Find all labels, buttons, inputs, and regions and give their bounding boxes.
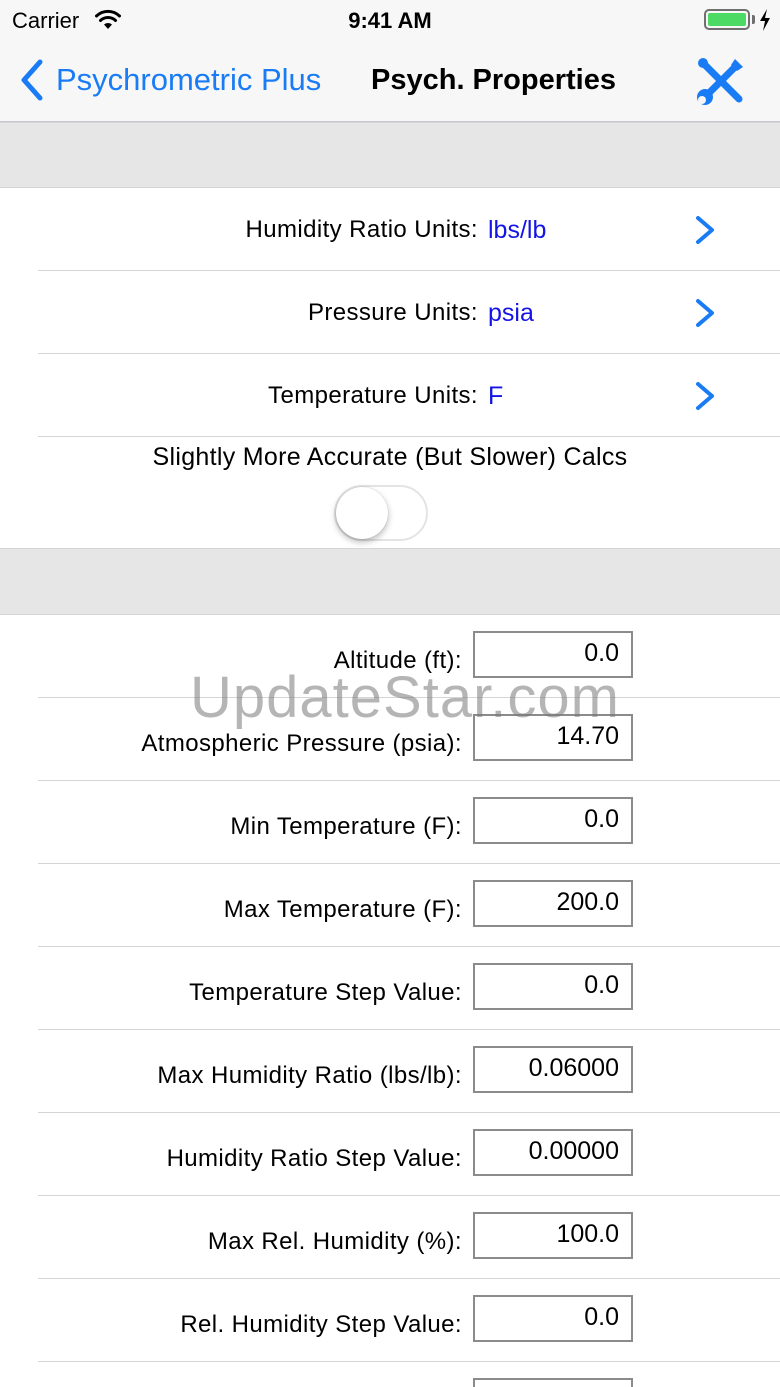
- max-temperature-row: Max Temperature (F):: [0, 864, 780, 947]
- section-separator: [0, 122, 780, 188]
- wrench-screwdriver-icon: [697, 58, 743, 105]
- row-divider: [38, 436, 780, 437]
- humidity-ratio-step-input[interactable]: [473, 1129, 633, 1176]
- altitude-row: Altitude (ft):: [0, 615, 780, 698]
- rel-humidity-step-row: Rel. Humidity Step Value:: [0, 1279, 780, 1362]
- battery-tip: [752, 15, 755, 24]
- atmospheric-pressure-row: Atmospheric Pressure (psia):: [0, 698, 780, 781]
- back-button-label: Psychrometric Plus: [56, 62, 322, 97]
- humidity-ratio-units-row[interactable]: Humidity Ratio Units: lbs/lb: [0, 188, 780, 271]
- field-label: Max Humidity Ratio (lbs/lb):: [157, 1062, 462, 1089]
- atmospheric-pressure-input[interactable]: [473, 714, 633, 761]
- field-label: Temperature Step Value:: [189, 979, 462, 1006]
- field-label: Max Temperature (F):: [223, 896, 462, 923]
- bolt-icon: [760, 9, 770, 31]
- unit-value: psia: [488, 299, 534, 327]
- partial-row: [0, 1362, 780, 1387]
- unit-label: Pressure Units:: [307, 299, 478, 326]
- toggle-knob: [336, 487, 388, 539]
- field-label: Altitude (ft):: [333, 647, 462, 674]
- field-label: Max Rel. Humidity (%):: [207, 1228, 462, 1255]
- max-rel-humidity-input[interactable]: [473, 1212, 633, 1259]
- humidity-ratio-step-row: Humidity Ratio Step Value:: [0, 1113, 780, 1196]
- back-button[interactable]: Psychrometric Plus: [20, 55, 321, 105]
- unit-value: F: [488, 382, 504, 410]
- temperature-step-input[interactable]: [473, 963, 633, 1010]
- field-label: Min Temperature (F):: [230, 813, 462, 840]
- battery-icon: [704, 9, 750, 30]
- rel-humidity-step-input[interactable]: [473, 1295, 633, 1342]
- unit-label: Humidity Ratio Units:: [245, 216, 478, 243]
- field-label: Humidity Ratio Step Value:: [166, 1145, 462, 1172]
- max-rel-humidity-row: Max Rel. Humidity (%):: [0, 1196, 780, 1279]
- clock: 9:41 AM: [348, 8, 432, 33]
- accuracy-toggle[interactable]: [334, 485, 428, 541]
- max-humidity-ratio-input[interactable]: [473, 1046, 633, 1093]
- min-temperature-input[interactable]: [473, 797, 633, 844]
- section-separator: [0, 548, 780, 615]
- altitude-input[interactable]: [473, 631, 633, 678]
- temperature-step-row: Temperature Step Value:: [0, 947, 780, 1030]
- chevron-right-icon: [696, 382, 714, 410]
- navigation-bar: Psychrometric Plus Psych. Properties: [0, 40, 780, 122]
- max-humidity-ratio-row: Max Humidity Ratio (lbs/lb):: [0, 1030, 780, 1113]
- accuracy-toggle-label: Slightly More Accurate (But Slower) Calc…: [152, 443, 628, 471]
- page-title: Psych. Properties: [371, 64, 616, 96]
- unit-label: Temperature Units:: [268, 382, 478, 409]
- min-temperature-row: Min Temperature (F):: [0, 781, 780, 864]
- partial-input[interactable]: [473, 1378, 633, 1387]
- field-label: Rel. Humidity Step Value:: [180, 1311, 462, 1338]
- unit-value: lbs/lb: [488, 216, 547, 244]
- max-temperature-input[interactable]: [473, 880, 633, 927]
- chevron-left-icon: [21, 59, 43, 101]
- tools-button[interactable]: [690, 50, 752, 112]
- chevron-right-icon: [696, 216, 714, 244]
- battery-level: [708, 13, 746, 26]
- status-bar: Carrier 9:41 AM: [0, 0, 780, 40]
- temperature-units-row[interactable]: Temperature Units: F: [0, 354, 780, 437]
- pressure-units-row[interactable]: Pressure Units: psia: [0, 271, 780, 354]
- field-label: Atmospheric Pressure (psia):: [141, 730, 462, 757]
- chevron-right-icon: [696, 299, 714, 327]
